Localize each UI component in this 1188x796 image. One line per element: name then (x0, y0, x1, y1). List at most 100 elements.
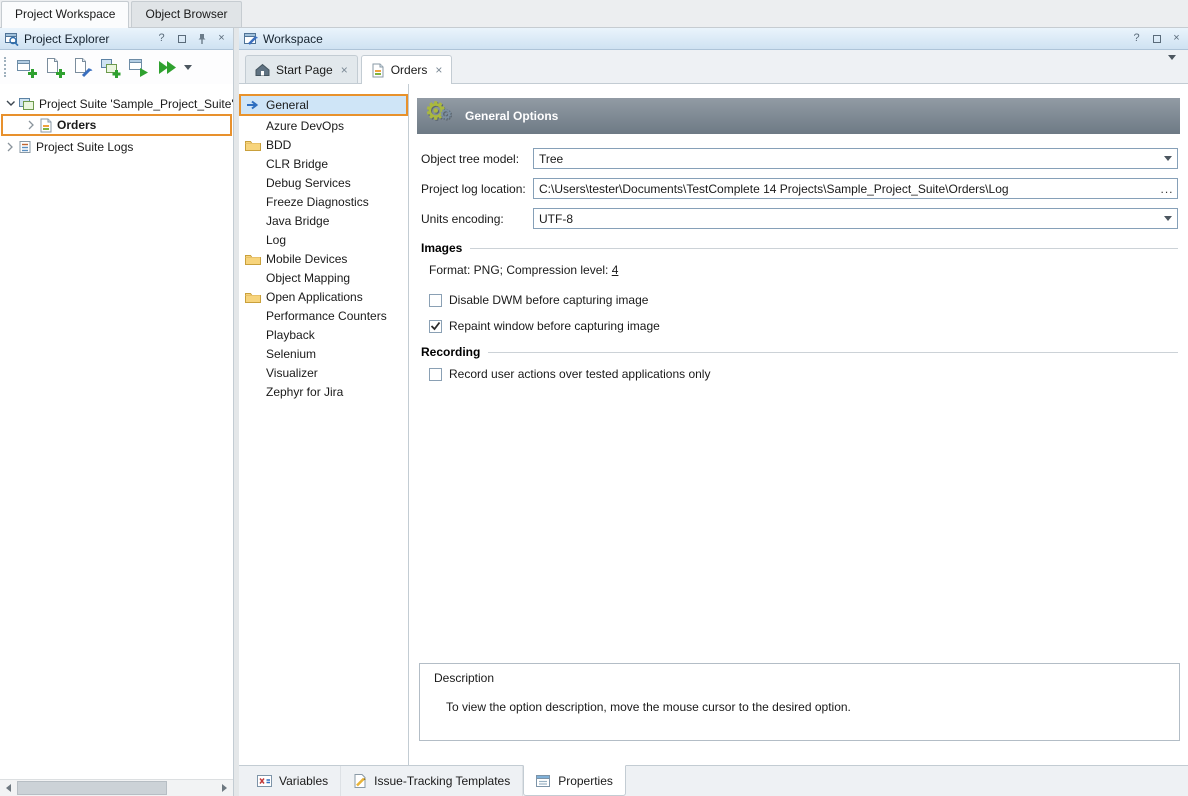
organize-items-button[interactable] (97, 54, 123, 80)
record-user-actions-row: Record user actions over tested applicat… (429, 367, 1178, 381)
compression-level-link[interactable]: 4 (612, 263, 619, 277)
tree-item-project-suite-logs[interactable]: Project Suite Logs (0, 137, 233, 156)
disable-dwm-checkbox[interactable] (429, 294, 442, 307)
tab-variables[interactable]: Variables (245, 766, 341, 796)
scroll-left-button[interactable] (0, 780, 17, 796)
content-spacer (417, 393, 1180, 663)
explorer-close-button[interactable]: × (214, 31, 229, 46)
tree-item-label: Project Suite 'Sample_Project_Suite' (1 … (39, 97, 233, 111)
option-label: Playback (266, 328, 315, 342)
option-label: Freeze Diagnostics (266, 195, 369, 209)
bottom-tab-label: Variables (279, 774, 328, 788)
explorer-maximize-button[interactable] (174, 31, 189, 46)
tab-object-browser[interactable]: Object Browser (131, 1, 241, 27)
project-explorer-icon (5, 32, 19, 46)
toolbar-grip[interactable] (4, 57, 7, 77)
image-format-text: Format: PNG; Compression level: (429, 263, 612, 277)
orders-tab-icon (371, 63, 385, 78)
tab-properties[interactable]: Properties (523, 765, 626, 796)
option-label: General (266, 98, 309, 112)
tab-object-browser-label: Object Browser (145, 7, 227, 21)
current-option-arrow-icon (246, 100, 260, 110)
units-encoding-select[interactable]: UTF-8 (533, 208, 1178, 229)
browse-button[interactable]: ... (1158, 180, 1176, 197)
option-item-mobile-devices[interactable]: Mobile Devices (239, 249, 408, 268)
scrollbar-thumb[interactable] (17, 781, 167, 795)
description-text: To view the option description, move the… (434, 700, 1165, 714)
option-label: Selenium (266, 347, 316, 361)
repaint-window-checkbox[interactable] (429, 320, 442, 333)
dropdown-caret-icon[interactable] (1159, 150, 1176, 167)
object-tree-model-select[interactable]: Tree (533, 148, 1178, 169)
run-item-button[interactable] (125, 54, 151, 80)
option-item-log[interactable]: Log (239, 230, 408, 249)
tab-list-dropdown-button[interactable] (1164, 56, 1180, 78)
tree-item-orders[interactable]: Orders (1, 114, 232, 136)
object-tree-model-label: Object tree model: (421, 152, 533, 166)
general-options-page: ⚙⚙ General Options Object tree model: Tr… (409, 84, 1188, 765)
scroll-right-button[interactable] (216, 780, 233, 796)
option-item-debug-services[interactable]: Debug Services (239, 173, 408, 192)
variables-icon (257, 774, 272, 788)
doc-tab-orders[interactable]: Orders × (361, 55, 453, 84)
option-label: Open Applications (266, 290, 363, 304)
option-item-playback[interactable]: Playback (239, 325, 408, 344)
project-log-location-input[interactable]: C:\Users\tester\Documents\TestComplete 1… (533, 178, 1178, 199)
option-item-clr-bridge[interactable]: CLR Bridge (239, 154, 408, 173)
workspace-help-button[interactable]: ? (1129, 31, 1144, 46)
expander-collapsed-icon[interactable] (27, 120, 35, 130)
option-label: BDD (266, 138, 291, 152)
workspace-maximize-button[interactable] (1149, 31, 1164, 46)
option-item-open-applications[interactable]: Open Applications (239, 287, 408, 306)
section-divider (488, 352, 1178, 353)
option-item-visualizer[interactable]: Visualizer (239, 363, 408, 382)
explorer-horizontal-scrollbar[interactable] (0, 779, 233, 796)
toolbar-more-button[interactable] (181, 54, 195, 80)
option-item-selenium[interactable]: Selenium (239, 344, 408, 363)
explorer-pin-button[interactable] (194, 31, 209, 46)
add-project-suite-button[interactable] (13, 54, 39, 80)
folder-icon (245, 139, 261, 151)
image-format-line: Format: PNG; Compression level: 4 (429, 263, 1178, 277)
option-item-object-mapping[interactable]: Object Mapping (239, 268, 408, 287)
explorer-toolbar (0, 50, 233, 84)
tree-item-project-suite[interactable]: Project Suite 'Sample_Project_Suite' (1 … (0, 94, 233, 113)
bottom-tab-bar: Variables Issue-Tracking Templates Prope… (239, 765, 1188, 796)
folder-icon (245, 291, 261, 303)
workspace-close-button[interactable]: × (1169, 31, 1184, 46)
edit-item-button[interactable] (69, 54, 95, 80)
option-label: Java Bridge (266, 214, 329, 228)
record-user-actions-checkbox[interactable] (429, 368, 442, 381)
dropdown-caret-icon[interactable] (1159, 210, 1176, 227)
project-explorer-header: Project Explorer ? × (0, 28, 233, 50)
doc-tab-start-page[interactable]: Start Page × (245, 55, 358, 83)
option-item-bdd[interactable]: BDD (239, 135, 408, 154)
disable-dwm-label: Disable DWM before capturing image (449, 293, 648, 307)
folder-icon (245, 253, 261, 265)
option-label: Zephyr for Jira (266, 385, 343, 399)
tree-item-label: Orders (57, 118, 96, 132)
add-new-item-button[interactable] (41, 54, 67, 80)
option-item-general[interactable]: General (239, 94, 408, 116)
option-item-freeze-diagnostics[interactable]: Freeze Diagnostics (239, 192, 408, 211)
repaint-window-row: Repaint window before capturing image (429, 319, 1178, 333)
description-box: Description To view the option descripti… (419, 663, 1180, 741)
run-project-button[interactable] (153, 54, 179, 80)
options-editor: General Azure DevOps BDD CLR Bridge Debu… (239, 84, 1188, 765)
tab-project-workspace[interactable]: Project Workspace (1, 1, 129, 28)
expander-collapsed-icon[interactable] (6, 142, 14, 152)
expander-expanded-icon[interactable] (6, 99, 15, 108)
bottom-tab-label: Properties (558, 774, 613, 788)
option-label: Mobile Devices (266, 252, 347, 266)
option-item-performance-counters[interactable]: Performance Counters (239, 306, 408, 325)
issue-tracking-icon (353, 774, 367, 788)
close-tab-icon[interactable]: × (341, 63, 348, 77)
option-item-java-bridge[interactable]: Java Bridge (239, 211, 408, 230)
tab-issue-tracking-templates[interactable]: Issue-Tracking Templates (341, 766, 523, 796)
option-item-zephyr-for-jira[interactable]: Zephyr for Jira (239, 382, 408, 401)
scrollbar-track[interactable] (17, 780, 216, 796)
option-item-azure-devops[interactable]: Azure DevOps (239, 116, 408, 135)
explorer-help-button[interactable]: ? (154, 31, 169, 46)
bottom-tab-label: Issue-Tracking Templates (374, 774, 510, 788)
close-tab-icon[interactable]: × (435, 63, 442, 77)
